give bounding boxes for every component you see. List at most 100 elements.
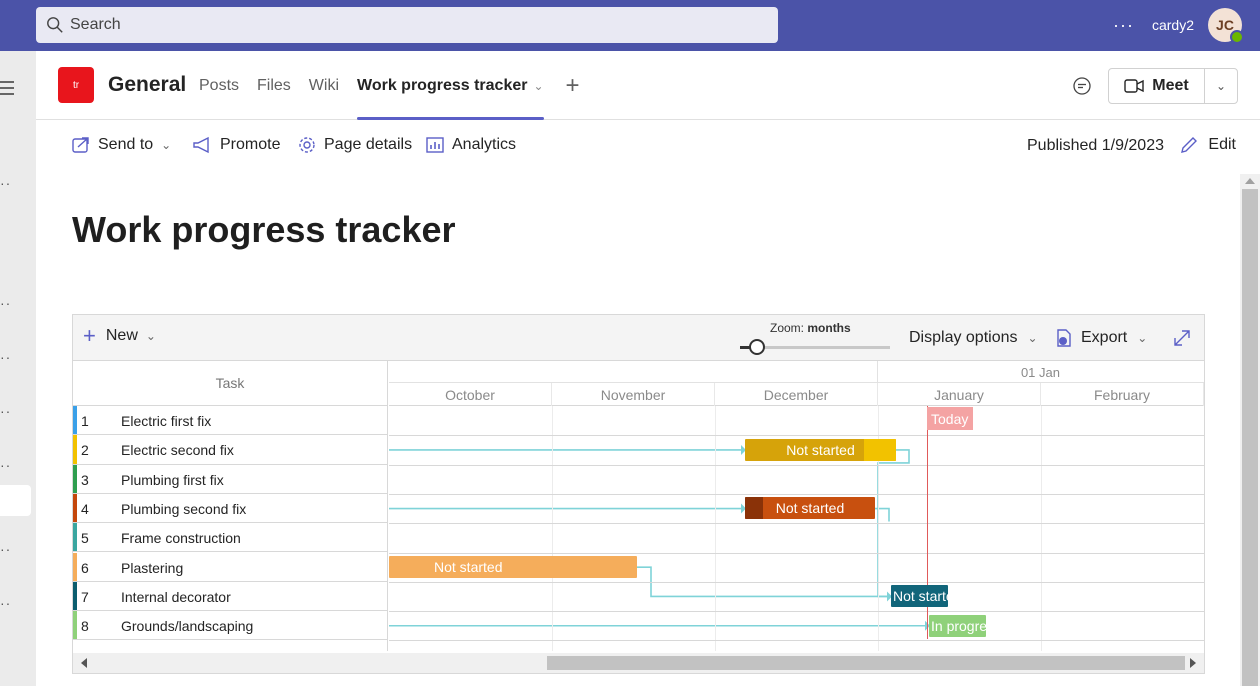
add-tab-button[interactable]: + [566,72,580,100]
promote-button[interactable]: Promote [192,136,280,154]
meet-dropdown-chevron-icon[interactable]: ⌄ [1205,69,1237,103]
vertical-scrollbar[interactable] [1240,174,1260,686]
more-icon[interactable]: ·· [0,349,11,365]
channel-header: tr General Posts Files Wiki Work progres… [36,51,1260,120]
row-gridline [389,435,1204,437]
more-icon[interactable]: ·· [0,295,11,311]
channel-title: General [108,73,187,96]
send-to-icon [72,137,89,153]
month-gridline [552,406,553,651]
task-name: Internal decorator [121,588,231,605]
task-row[interactable]: 3 Plumbing first fix [73,464,388,494]
analytics-button[interactable]: Analytics [426,136,516,154]
user-name: cardy2 [1151,17,1194,33]
tab-wiki[interactable]: Wiki [309,51,339,120]
task-row[interactable]: 6 Plastering [73,552,388,582]
scrollbar-thumb[interactable] [547,656,1185,670]
display-options-button[interactable]: Display options ⌄ [909,329,1038,347]
more-icon[interactable]: ·· [0,403,11,419]
row-gridline [389,552,1204,554]
tab-files[interactable]: Files [257,51,291,120]
month-label: October [389,383,552,406]
page-details-button[interactable]: Page details [298,136,412,154]
gear-icon [299,137,315,153]
hamburger-icon[interactable] [0,81,14,99]
search-input[interactable]: Search [36,7,778,43]
task-color-bar [73,493,77,523]
gantt-body: Today Not started Not started Not started No… [389,406,1204,651]
more-icon[interactable]: ·· [0,175,11,191]
page-toolbar: Send to ⌄ Promote Page details Analytics … [36,120,1260,174]
month-gridline [1041,406,1042,651]
new-button[interactable]: + New ⌄ [83,325,156,347]
top-right-area: ··· cardy2 JC [1113,7,1244,44]
task-number: 4 [81,500,89,517]
gantt-bar[interactable]: In progre [929,614,986,637]
more-icon[interactable]: ·· [0,541,11,557]
scroll-left-icon[interactable] [81,658,87,668]
channel-tabs: Posts Files Wiki Work progress tracker ⌄ … [199,51,580,120]
task-row[interactable]: 5 Frame construction [73,523,388,553]
task-row[interactable]: 1 Electric first fix [73,406,388,436]
task-name: Electric first fix [121,413,212,429]
month-label: February [1041,383,1204,406]
today-badge: Today [927,407,973,430]
gantt-bar[interactable]: Not started [745,497,875,520]
edit-button[interactable]: Edit [1180,136,1236,154]
avatar[interactable]: JC [1208,8,1244,44]
zoom-label: Zoom: months [770,321,851,335]
gantt-bar[interactable]: Not started [389,556,637,578]
tab-posts[interactable]: Posts [199,51,239,120]
pencil-icon [1181,137,1198,153]
meet-main[interactable]: Meet [1109,69,1205,103]
chevron-down-icon: ⌄ [1137,331,1148,345]
row-gridline [389,611,1204,613]
export-button[interactable]: Export ⌄ [1055,328,1147,348]
avatar-initials: JC [1216,17,1234,33]
bar-label: Not started [786,441,855,458]
month-label: January [878,383,1041,406]
meet-button[interactable]: Meet ⌄ [1108,68,1238,104]
year-label: 01 Jan [1020,365,1060,380]
row-gridline [389,464,1204,466]
gantt-bar[interactable]: Not starte [891,585,948,608]
team-logo: tr [58,67,94,103]
task-number: 8 [81,618,89,635]
task-color-bar [73,581,77,611]
conversation-icon[interactable] [1072,76,1092,96]
month-header: October November December January February [389,383,1204,406]
gantt-timeline: 01 Jan October November December January Feb… [389,361,1204,651]
scroll-right-icon[interactable] [1190,658,1196,668]
task-row[interactable]: 4 Plumbing second fix [73,493,388,524]
task-row[interactable]: 7 Internal decorator [73,581,388,612]
task-color-bar [73,406,77,435]
scrollbar-thumb[interactable] [1242,189,1258,686]
task-row[interactable]: 2 Electric second fix [73,435,388,465]
bar-label: Not started [775,500,845,517]
row-gridline [389,493,1204,495]
selected-channel-item[interactable] [0,485,31,516]
send-to-button[interactable]: Send to ⌄ [72,136,171,154]
zoom-slider-handle[interactable] [749,339,765,355]
more-icon[interactable]: ·· [0,595,11,611]
task-name: Electric second fix [121,442,234,459]
tab-work-progress-tracker[interactable]: Work progress tracker ⌄ [357,51,544,120]
chevron-down-icon: ⌄ [161,138,172,152]
expand-icon[interactable] [1173,329,1191,347]
task-row[interactable]: 8 Grounds/landscaping [73,611,388,641]
gantt-bar[interactable]: Not started [745,438,896,461]
task-number: 6 [81,559,89,576]
bar-label: Not starte [893,588,948,605]
row-gridline [389,640,1204,642]
more-icon[interactable]: ·· [0,457,11,473]
scroll-up-icon[interactable] [1245,178,1255,184]
video-camera-icon [1124,79,1144,93]
month-label: December [715,383,878,406]
task-color-bar [73,464,77,493]
gantt-toolbar: + New ⌄ Zoom: months Display options ⌄ Ex… [73,315,1204,361]
horizontal-scrollbar[interactable] [73,653,1204,673]
task-list: 1 Electric first fix 2 Electric second fix 3… [73,406,388,651]
more-options-icon[interactable]: ··· [1113,15,1134,36]
task-name: Plastering [121,559,184,576]
chevron-down-icon: ⌄ [533,78,544,93]
